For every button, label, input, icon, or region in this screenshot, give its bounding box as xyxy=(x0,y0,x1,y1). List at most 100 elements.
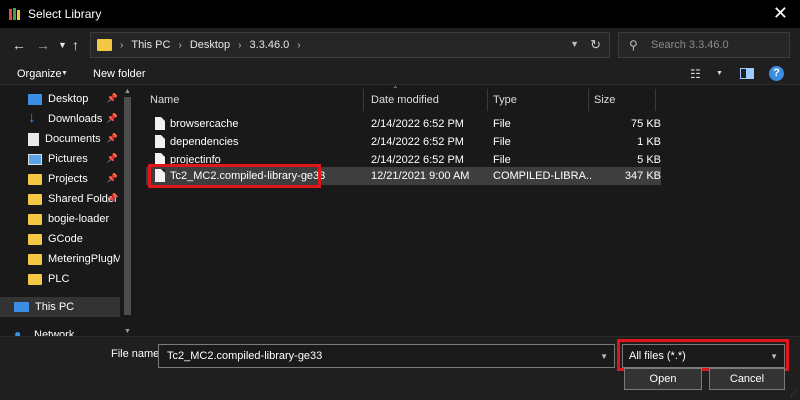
column-header-label: Size xyxy=(594,94,616,106)
column-divider[interactable] xyxy=(655,89,656,111)
sidebar-item-label: Projects xyxy=(48,173,88,185)
search-input[interactable]: Search 3.3.46.0 xyxy=(651,39,729,51)
file-icon xyxy=(155,135,165,148)
command-toolbar: Organize ▼ New folder ☷ ▼ ? xyxy=(0,64,800,84)
folder-icon xyxy=(28,213,42,225)
folder-icon xyxy=(28,193,42,205)
file-name-label: File name: xyxy=(111,348,163,360)
sidebar-item-label: Documents xyxy=(45,133,101,145)
computer-icon xyxy=(14,302,29,312)
arrow-right-icon[interactable]: → xyxy=(36,37,50,53)
chevron-down-icon[interactable]: ▼ xyxy=(600,352,608,361)
sidebar-item-documents[interactable]: Documents 📌 xyxy=(0,129,120,149)
column-divider[interactable] xyxy=(487,89,488,111)
address-bar[interactable]: › This PC › Desktop › 3.3.46.0 › ▼ ↻ xyxy=(90,32,610,58)
file-list: ⌃ Name Date modified Type Size browserca… xyxy=(138,85,800,337)
chevron-right-icon[interactable]: › xyxy=(238,40,241,51)
file-date: 2/14/2022 6:52 PM xyxy=(371,118,464,130)
file-date: 2/14/2022 6:52 PM xyxy=(371,154,464,166)
cancel-button[interactable]: Cancel xyxy=(709,368,785,390)
file-row[interactable]: browsercache 2/14/2022 6:52 PM File 75 K… xyxy=(146,115,661,133)
file-size: 1 KB xyxy=(637,136,661,148)
sidebar-item-label: Pictures xyxy=(48,153,88,165)
pin-icon: 📌 xyxy=(106,133,118,143)
pictures-icon xyxy=(28,153,42,165)
scrollbar-thumb[interactable] xyxy=(124,97,131,315)
sidebar-item-pictures[interactable]: Pictures 📌 xyxy=(0,149,120,169)
pin-icon: 📌 xyxy=(106,173,118,183)
file-type: File xyxy=(493,136,511,148)
column-header-date[interactable]: Date modified xyxy=(371,85,481,113)
sidebar: Desktop 📌 Downloads 📌 Documents 📌 Pictur… xyxy=(0,85,134,341)
scroll-down-icon[interactable]: ▼ xyxy=(124,328,131,335)
view-options-icon[interactable]: ☷ xyxy=(690,67,701,81)
sidebar-item-label: This PC xyxy=(35,301,75,313)
chevron-down-icon[interactable]: ▼ xyxy=(58,40,67,50)
column-header-type[interactable]: Type xyxy=(493,85,583,113)
search-box[interactable]: ⚲ Search 3.3.46.0 xyxy=(618,32,790,58)
arrow-up-icon[interactable]: ↑ xyxy=(72,37,79,53)
organize-button[interactable]: Organize xyxy=(17,68,62,80)
file-date: 2/14/2022 6:52 PM xyxy=(371,136,464,148)
close-icon[interactable]: ✕ xyxy=(773,3,788,24)
pin-icon: 📌 xyxy=(106,193,118,203)
file-size: 347 KB xyxy=(624,170,661,182)
sidebar-item-gcode[interactable]: GCode xyxy=(0,229,120,249)
column-header-label: Type xyxy=(493,94,517,106)
sidebar-item-plc[interactable]: PLC xyxy=(0,269,120,289)
file-icon xyxy=(155,117,165,130)
sidebar-item-projects[interactable]: Projects 📌 xyxy=(0,169,120,189)
file-type: COMPILED-LIBRA... xyxy=(493,170,591,182)
arrow-left-icon[interactable]: ← xyxy=(12,37,26,53)
sidebar-item-meteringplugma[interactable]: MeteringPlugMa xyxy=(0,249,120,269)
library-books-icon xyxy=(9,8,20,20)
resize-grip-icon[interactable]: ⋰ xyxy=(790,389,798,398)
column-header-label: Date modified xyxy=(371,94,439,106)
breadcrumb-current-folder[interactable]: 3.3.46.0 xyxy=(250,39,290,51)
column-divider[interactable] xyxy=(588,89,589,111)
pin-icon: 📌 xyxy=(106,93,118,103)
sidebar-item-shared-folder[interactable]: Shared Folder 📌 xyxy=(0,189,120,209)
sidebar-item-label: MeteringPlugMa xyxy=(48,253,120,265)
open-button[interactable]: Open xyxy=(624,368,702,390)
sidebar-item-label: Desktop xyxy=(48,93,89,105)
help-icon[interactable]: ? xyxy=(769,66,784,81)
window-title: Select Library xyxy=(28,7,102,21)
sidebar-scrollbar[interactable]: ▲ ▼ xyxy=(121,85,134,337)
chevron-down-icon[interactable]: ▼ xyxy=(716,70,723,77)
folder-icon xyxy=(28,173,42,185)
scroll-up-icon[interactable]: ▲ xyxy=(124,88,131,95)
chevron-down-icon[interactable]: ▼ xyxy=(61,70,68,77)
column-header-name[interactable]: Name xyxy=(150,85,360,113)
pin-icon: 📌 xyxy=(106,153,118,163)
breadcrumb-this-pc[interactable]: This PC xyxy=(131,39,170,51)
chevron-right-icon[interactable]: › xyxy=(120,40,123,51)
folder-icon xyxy=(28,253,42,265)
sidebar-item-bogie-loader[interactable]: bogie-loader xyxy=(0,209,120,229)
sidebar-item-this-pc[interactable]: This PC xyxy=(0,297,120,317)
download-icon xyxy=(28,109,42,126)
new-folder-button[interactable]: New folder xyxy=(93,68,146,80)
file-name-value: Tc2_MC2.compiled-library-ge33 xyxy=(167,350,323,362)
column-header-size[interactable]: Size xyxy=(594,85,654,113)
preview-pane-icon[interactable] xyxy=(740,68,754,79)
sidebar-item-label: Downloads xyxy=(48,113,103,125)
folder-icon xyxy=(28,273,42,285)
file-row[interactable]: dependencies 2/14/2022 6:52 PM File 1 KB xyxy=(146,133,661,151)
breadcrumb-desktop[interactable]: Desktop xyxy=(190,39,230,51)
file-name-field[interactable]: Tc2_MC2.compiled-library-ge33 ▼ xyxy=(158,344,615,368)
refresh-icon[interactable]: ↻ xyxy=(590,37,601,53)
chevron-right-icon[interactable]: › xyxy=(297,40,300,51)
search-icon: ⚲ xyxy=(629,38,638,52)
column-divider[interactable] xyxy=(363,89,364,111)
chevron-down-icon[interactable]: ▼ xyxy=(570,39,579,49)
chevron-right-icon[interactable]: › xyxy=(178,40,181,51)
sidebar-item-desktop[interactable]: Desktop 📌 xyxy=(0,89,120,109)
sidebar-item-label: bogie-loader xyxy=(48,213,110,225)
file-name: browsercache xyxy=(170,118,239,130)
title-bar: Select Library ✕ xyxy=(0,0,800,28)
dialog-footer: File name: Tc2_MC2.compiled-library-ge33… xyxy=(0,336,800,400)
file-size: 5 KB xyxy=(637,154,661,166)
file-type: File xyxy=(493,118,511,130)
sidebar-item-downloads[interactable]: Downloads 📌 xyxy=(0,109,120,129)
